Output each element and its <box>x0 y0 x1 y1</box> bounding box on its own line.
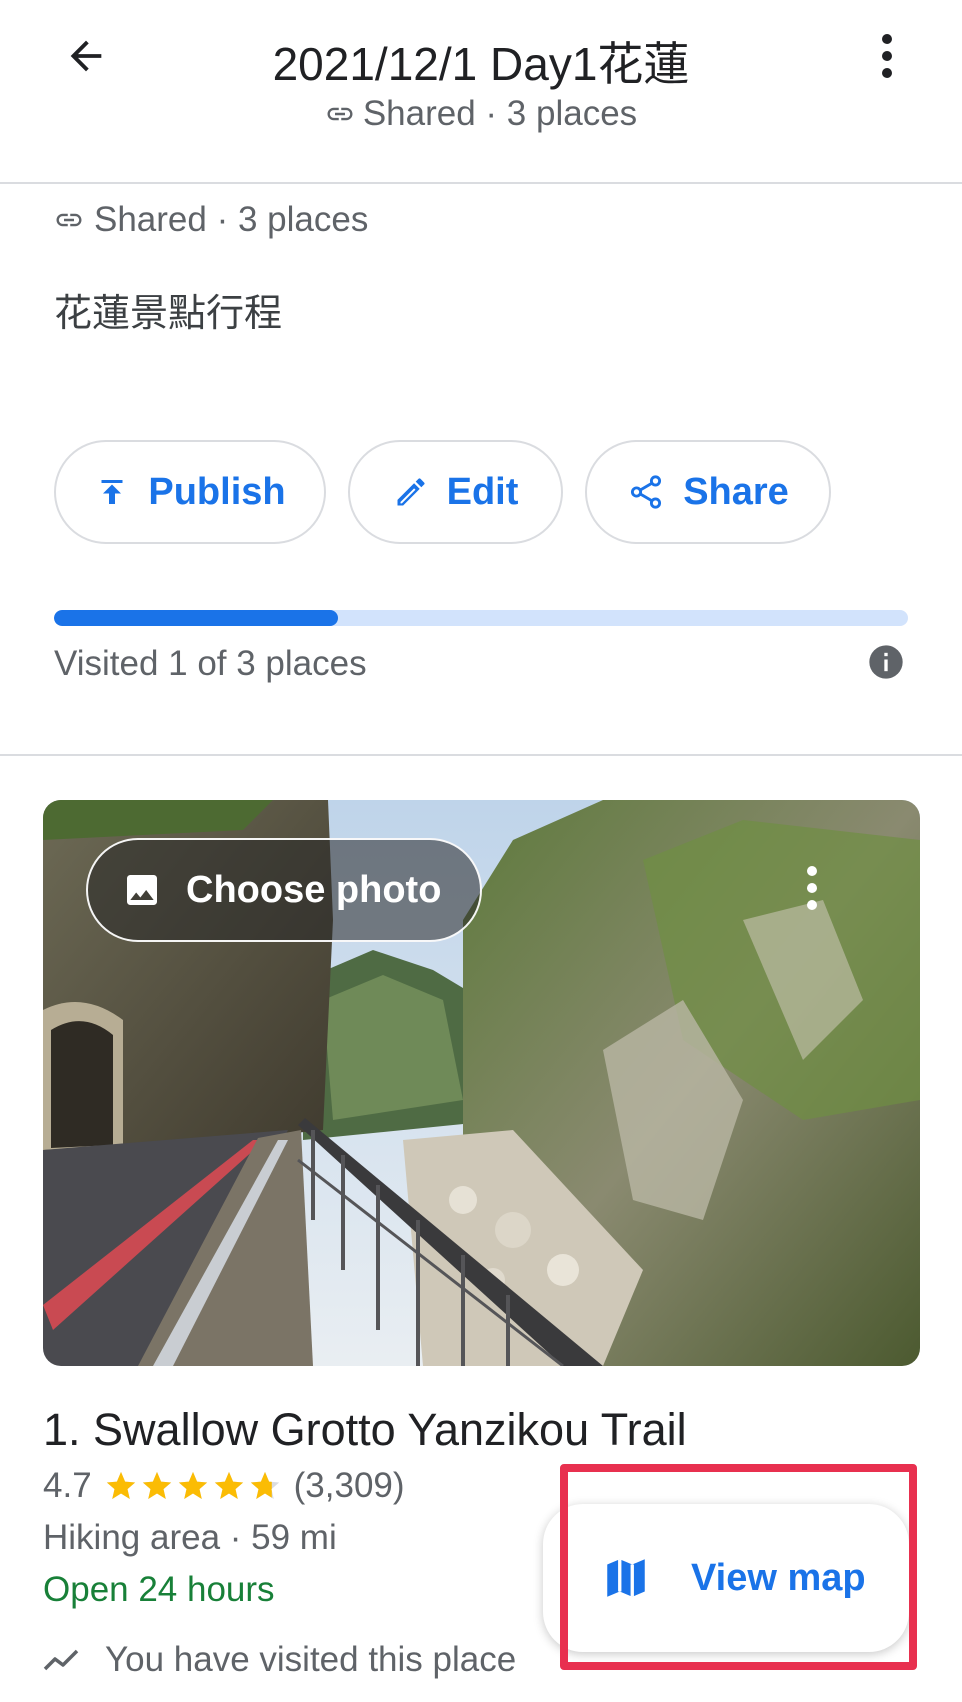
star-icon <box>250 1471 279 1500</box>
sharing-text: Shared · 3 places <box>94 200 369 239</box>
visited-note-text: You have visited this place <box>105 1640 517 1679</box>
star-icon <box>214 1471 243 1500</box>
star-icon <box>106 1471 135 1500</box>
photo-more-options-button[interactable] <box>792 858 832 918</box>
trending-icon <box>43 1649 79 1671</box>
pencil-icon <box>397 478 425 506</box>
more-vert-icon <box>807 866 817 910</box>
share-label: Share <box>683 470 789 513</box>
star-rating <box>104 1469 282 1503</box>
page-title: 2021/12/1 Day1花蓮 <box>272 38 690 90</box>
sharing-info: Shared · 3 places <box>54 200 368 240</box>
info-icon <box>869 645 903 679</box>
more-options-button[interactable] <box>860 24 914 88</box>
place-category-distance: Hiking area · 59 mi <box>43 1518 337 1557</box>
edit-label: Edit <box>446 470 519 513</box>
page-subtitle: Shared · 3 places <box>0 94 962 134</box>
review-count: (3,309) <box>293 1466 405 1505</box>
choose-photo-label: Choose photo <box>186 868 442 911</box>
star-icon <box>178 1471 207 1500</box>
place-title[interactable]: 1. Swallow Grotto Yanzikou Trail <box>43 1404 687 1456</box>
publish-button[interactable]: Publish <box>54 440 326 544</box>
subtitle-text: Shared · 3 places <box>362 94 638 133</box>
visited-note: You have visited this place <box>43 1640 516 1680</box>
rating-row: 4.7 (3,309) <box>43 1466 405 1506</box>
rating-value: 4.7 <box>43 1466 92 1505</box>
image-icon <box>127 875 157 905</box>
publish-icon <box>101 480 123 504</box>
edit-button[interactable]: Edit <box>348 440 563 544</box>
link-icon <box>56 213 82 227</box>
choose-photo-button[interactable]: Choose photo <box>86 838 482 942</box>
map-icon <box>607 1559 645 1597</box>
star-icon <box>142 1471 171 1500</box>
view-map-label: View map <box>691 1556 866 1599</box>
list-description: 花蓮景點行程 <box>54 291 283 335</box>
info-button[interactable] <box>866 642 906 682</box>
more-vert-icon <box>882 34 892 78</box>
share-button[interactable]: Share <box>585 440 831 544</box>
visited-progress-label: Visited 1 of 3 places <box>54 644 367 683</box>
app-bar: 2021/12/1 Day1花蓮 Shared · 3 places <box>0 0 962 184</box>
open-hours-status: Open 24 hours <box>43 1570 275 1609</box>
section-divider <box>0 754 962 756</box>
share-icon <box>631 475 662 509</box>
publish-label: Publish <box>148 470 286 513</box>
visited-progress-bar <box>54 610 908 626</box>
visited-progress-fill <box>54 610 339 626</box>
link-icon <box>327 107 353 121</box>
view-map-button[interactable]: View map <box>543 1504 909 1652</box>
